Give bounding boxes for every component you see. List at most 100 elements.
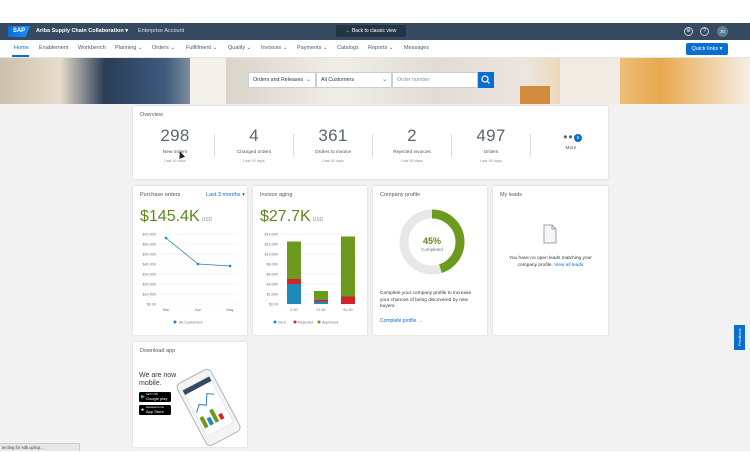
nav-item-home[interactable]: Home	[14, 45, 29, 51]
x-tick-label: 31-60	[316, 308, 325, 312]
top-bar: SAP Ariba Supply Chain Collaboration ▾ E…	[0, 23, 750, 40]
overview-item[interactable]: 298 New orders Last 90 days	[136, 126, 214, 163]
overview-label: Rejected invoices	[393, 150, 431, 155]
search-button[interactable]	[478, 72, 494, 88]
nav-item-quality[interactable]: Quality ⌄	[228, 45, 251, 51]
purchase-orders-card: Purchase orders Last 3 months ▾ $145.4K U…	[133, 186, 247, 335]
nav-item-messages[interactable]: Messages	[404, 45, 429, 51]
legend-swatch	[273, 320, 277, 324]
sap-logo[interactable]: SAP	[8, 26, 30, 37]
bar-segment-approved	[341, 236, 355, 297]
nav-item-label: Catalogs	[337, 45, 359, 51]
nav-item-orders[interactable]: Orders ⌄	[152, 45, 175, 51]
purchase-orders-value: $145.4K	[140, 208, 200, 225]
nav-item-label: Invoices	[261, 45, 282, 51]
bar-segment-approved	[287, 241, 301, 279]
invoice-aging-amount: $27.7K USD	[260, 208, 323, 226]
nav-item-workbench[interactable]: Workbench	[78, 45, 106, 51]
chevron-down-icon: ⌄	[168, 45, 175, 51]
x-tick-label: Mar	[163, 308, 170, 312]
y-tick-label: $2.00K	[267, 293, 279, 297]
legend-swatch	[293, 320, 297, 324]
download-app-title: Download app	[140, 348, 176, 354]
period-select[interactable]: Last 3 months ▾	[206, 192, 245, 198]
apple-icon: ●	[141, 406, 145, 413]
purchase-orders-amount: $145.4K USD	[140, 208, 212, 226]
legend-label: Approved	[322, 321, 338, 325]
y-tick-label: $30.00K	[143, 273, 157, 277]
search-icon	[481, 75, 490, 84]
chevron-down-icon: ⌄	[211, 45, 218, 51]
y-tick-label: $60.00K	[143, 243, 157, 247]
app-store-badge[interactable]: ● Download on the App Store	[139, 405, 171, 415]
view-all-leads-link[interactable]: View all leads	[554, 263, 583, 268]
nav-item-catalogs[interactable]: Catalogs	[337, 45, 359, 51]
user-avatar[interactable]: JG	[717, 26, 728, 37]
chevron-down-icon: ⌄	[305, 77, 311, 83]
complete-profile-link[interactable]: Complete profile →	[380, 318, 423, 324]
overview-value: 361	[318, 126, 348, 145]
nav-item-label: Enablement	[39, 45, 69, 51]
my-leads-title: My leads	[500, 192, 523, 198]
back-to-classic-label: Back to classic view	[351, 28, 397, 34]
legend-label: Sent	[278, 321, 287, 325]
y-tick-label: $70.00K	[143, 233, 157, 237]
y-tick-label: $12.00K	[265, 243, 279, 247]
overview-item[interactable]: 2 Rejected invoices Last 90 days	[373, 126, 451, 163]
overview-period: Last 90 days	[164, 159, 186, 163]
data-point	[196, 262, 200, 266]
chevron-down-icon: ⌄	[245, 45, 252, 51]
nav-item-planning[interactable]: Planning ⌄	[115, 45, 143, 51]
overview-item[interactable]: 497 Orders Last 90 days	[452, 126, 530, 163]
quick-links-button[interactable]: Quick links ▾	[686, 43, 728, 55]
search-bar: Orders and Releases ⌄ All Customers ⌄ Orde…	[248, 72, 494, 88]
chevron-down-icon: ⌄	[136, 45, 143, 51]
overview-value: 497	[476, 126, 506, 145]
order-number-placeholder: Order number	[397, 77, 430, 83]
google-play-badge[interactable]: ▶ GET IT ON Google play	[139, 392, 171, 402]
customer-select[interactable]: All Customers ⌄	[316, 72, 392, 88]
x-tick-label: Apr	[195, 308, 202, 312]
overview-more[interactable]: ••• 6 More	[532, 126, 610, 151]
nav-item-label: Quality	[228, 45, 246, 51]
nav-item-label: Planning	[115, 45, 137, 51]
data-point	[228, 264, 232, 268]
overview-item[interactable]: 361 Orders to invoice Last 90 days	[294, 126, 372, 163]
nav-item-fulfillment[interactable]: Fulfillment ⌄	[186, 45, 217, 51]
nav-item-reports[interactable]: Reports ⌄	[368, 45, 393, 51]
nav-item-payments[interactable]: Payments ⌄	[297, 45, 328, 51]
app-store-label: App Store	[146, 409, 164, 414]
search-type-select[interactable]: Orders and Releases ⌄	[248, 72, 316, 88]
invoice-aging-currency: USD	[312, 217, 324, 223]
bar-segment-sent	[287, 284, 301, 304]
more-count-badge: 6	[574, 134, 582, 142]
leads-message: You have no open leads matching your com…	[503, 256, 598, 269]
purchase-orders-chart: $0.00 $10.00K $20.00K $30.00K $40.00K $50.00K…	[143, 233, 238, 325]
help-icon[interactable]: ?	[700, 27, 709, 36]
y-tick-label: $0.00	[147, 303, 156, 307]
overview-item[interactable]: 4 Changed orders Last 90 days	[215, 126, 293, 163]
settings-gear-icon[interactable]: ⚙	[684, 27, 693, 36]
overview-period: Last 90 days	[243, 159, 265, 163]
legend-label: All Customers	[179, 321, 203, 325]
x-tick-label: 61-90	[343, 308, 352, 312]
overview-divider	[530, 134, 531, 156]
back-to-classic-button[interactable]: ← Back to classic view	[336, 25, 406, 37]
legend-swatch	[317, 320, 321, 324]
search-type-value: Orders and Releases	[253, 77, 304, 83]
nav-item-invoices[interactable]: Invoices ⌄	[261, 45, 287, 51]
series-line	[165, 237, 231, 267]
bar-segment-sent	[314, 301, 328, 304]
nav-item-enablement[interactable]: Enablement	[39, 45, 68, 51]
nav-item-label: Workbench	[78, 45, 106, 51]
app-name[interactable]: Ariba Supply Chain Collaboration ▾	[36, 28, 128, 34]
y-tick-label: $8.00K	[267, 263, 279, 267]
feedback-tab[interactable]: Feedback	[734, 325, 745, 350]
active-tab-indicator	[12, 55, 29, 57]
order-number-input[interactable]: Order number	[392, 72, 478, 88]
account-label: Enterprise Account	[138, 28, 185, 34]
overview-title: Overview	[140, 112, 163, 118]
x-tick-label: May	[226, 308, 233, 312]
overview-period: Last 90 days	[322, 159, 344, 163]
more-label: More	[565, 146, 577, 151]
